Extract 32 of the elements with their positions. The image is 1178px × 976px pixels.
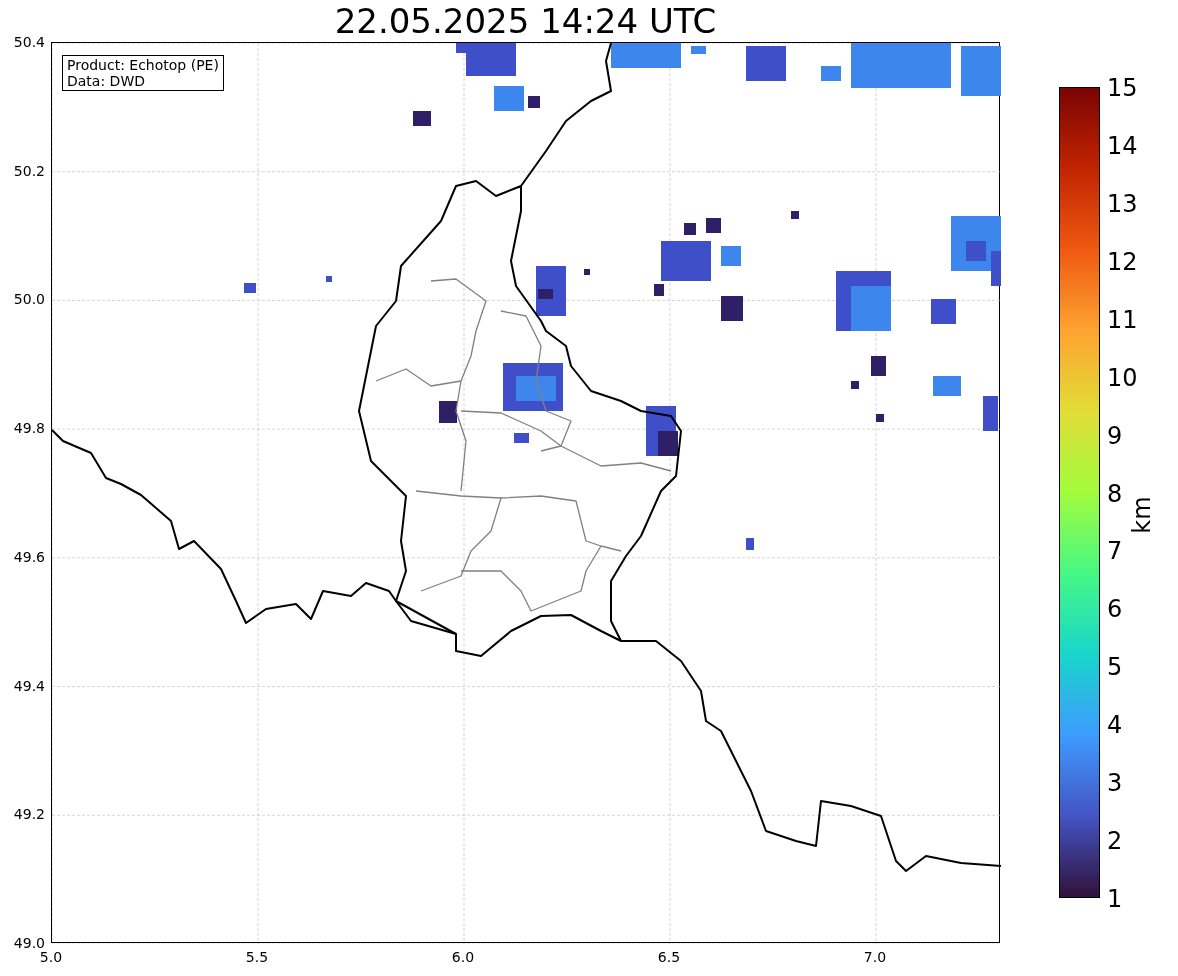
y-tick-label: 49.6: [13, 548, 45, 565]
y-tick-label: 49.2: [13, 806, 45, 823]
y-tick-label: 49.8: [13, 420, 45, 437]
colorbar-tick-label: 8: [1107, 480, 1123, 507]
x-tick-label: 5.0: [39, 949, 63, 965]
colorbar-tick-label: 14: [1107, 132, 1138, 159]
x-tick-label: 6.0: [451, 949, 475, 965]
colorbar-tick-label: 3: [1107, 770, 1123, 797]
legend-text: Product: Echotop (PE): [67, 57, 219, 73]
y-tick-label: 49.4: [13, 677, 45, 694]
colorbar-tick-label: 6: [1107, 596, 1123, 623]
legend-text: Data: DWD: [67, 73, 146, 89]
x-tick-label: 6.5: [657, 949, 681, 965]
colorbar-tick-label: 2: [1107, 828, 1123, 855]
x-tick-label: 7.0: [863, 949, 887, 965]
y-tick-label: 50.0: [13, 291, 45, 308]
colorbar-tick-label: 12: [1107, 248, 1138, 275]
colorbar-tick-label: 5: [1107, 654, 1123, 681]
colorbar-tick-label: 10: [1107, 364, 1138, 391]
colorbar-tick-label: 9: [1107, 422, 1123, 449]
colorbar-tick-label: 15: [1107, 75, 1138, 101]
y-tick-label: 50.2: [13, 162, 45, 179]
colorbar-tick-label: 11: [1107, 306, 1138, 333]
colorbar-tick-label: 1: [1107, 886, 1123, 912]
colorbar-tick-label: 7: [1107, 538, 1123, 565]
colorbar-label: km: [1126, 496, 1157, 534]
colorbar-tick-label: 13: [1107, 190, 1138, 217]
y-tick-label: 49.0: [13, 935, 45, 951]
y-tick-label: 50.4: [13, 34, 45, 50]
colorbar-tick-label: 4: [1107, 712, 1123, 739]
chart-title: 22.05.2025 14:24 UTC: [334, 1, 717, 42]
x-tick-label: 5.5: [245, 949, 269, 965]
